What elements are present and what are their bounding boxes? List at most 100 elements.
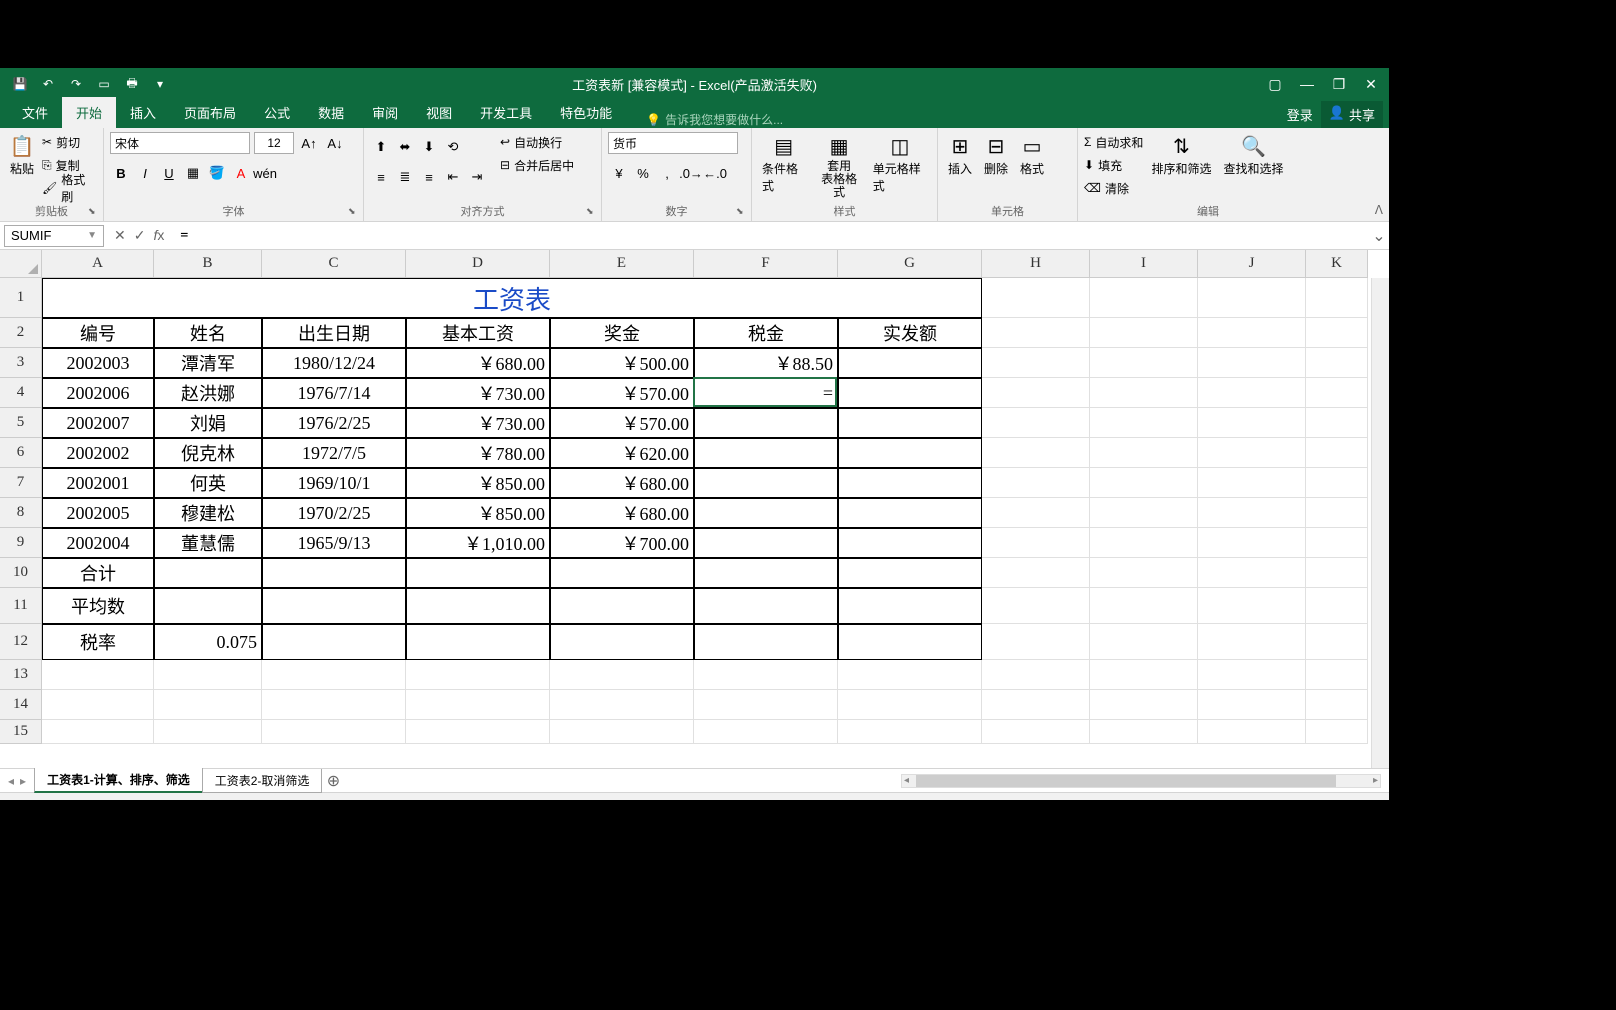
cell[interactable] <box>154 558 262 588</box>
maximize-icon[interactable]: ❐ <box>1327 72 1351 96</box>
tab-formulas[interactable]: 公式 <box>250 97 304 128</box>
avg-label[interactable]: 平均数 <box>42 588 154 624</box>
title-cell[interactable]: 工资表 <box>42 278 982 318</box>
cell[interactable] <box>982 348 1090 378</box>
cell[interactable] <box>1198 720 1306 744</box>
cell-base[interactable]: ￥730.00 <box>406 408 550 438</box>
cell-base[interactable]: ￥680.00 <box>406 348 550 378</box>
cell[interactable] <box>1090 408 1198 438</box>
cell[interactable] <box>1306 720 1368 744</box>
tab-view[interactable]: 视图 <box>412 97 466 128</box>
cell-tax[interactable] <box>694 438 838 468</box>
cell[interactable] <box>154 690 262 720</box>
undo-icon[interactable]: ↶ <box>40 76 56 92</box>
cell[interactable] <box>406 588 550 624</box>
add-sheet-button[interactable]: ⊕ <box>321 771 345 791</box>
col-head-F[interactable]: F <box>694 250 838 278</box>
cell[interactable] <box>1198 378 1306 408</box>
row-head-14[interactable]: 14 <box>0 690 42 720</box>
header-6[interactable]: 实发额 <box>838 318 982 348</box>
cell[interactable] <box>262 690 406 720</box>
cell-id[interactable]: 2002007 <box>42 408 154 438</box>
cell[interactable] <box>838 588 982 624</box>
cell-base[interactable]: ￥850.00 <box>406 468 550 498</box>
cell-dob[interactable]: 1965/9/13 <box>262 528 406 558</box>
cell-tax[interactable] <box>694 528 838 558</box>
vertical-scrollbar[interactable] <box>1371 278 1389 768</box>
cell-id[interactable]: 2002004 <box>42 528 154 558</box>
row-head-13[interactable]: 13 <box>0 660 42 690</box>
cell[interactable] <box>694 660 838 690</box>
col-head-G[interactable]: G <box>838 250 982 278</box>
cell[interactable] <box>1306 318 1368 348</box>
cell[interactable] <box>694 624 838 660</box>
row-head-11[interactable]: 11 <box>0 588 42 624</box>
align-middle-icon[interactable]: ⬌ <box>394 136 416 158</box>
cell[interactable] <box>406 720 550 744</box>
cell[interactable] <box>262 660 406 690</box>
fill-color-button[interactable]: 🪣 <box>206 162 228 184</box>
cell[interactable] <box>982 498 1090 528</box>
cell-dob[interactable]: 1976/2/25 <box>262 408 406 438</box>
cell-bonus[interactable]: ￥620.00 <box>550 438 694 468</box>
cell[interactable] <box>1198 690 1306 720</box>
cell[interactable] <box>262 720 406 744</box>
cell[interactable] <box>154 588 262 624</box>
cell[interactable] <box>1306 348 1368 378</box>
align-top-icon[interactable]: ⬆ <box>370 136 392 158</box>
cell-base[interactable]: ￥1,010.00 <box>406 528 550 558</box>
cell-id[interactable]: 2002005 <box>42 498 154 528</box>
cell[interactable] <box>1090 468 1198 498</box>
cell[interactable] <box>1198 278 1306 318</box>
scroll-left-icon[interactable]: ◂ <box>904 775 909 786</box>
cell[interactable] <box>1306 528 1368 558</box>
insert-cells-button[interactable]: ⊞插入 <box>944 132 976 179</box>
cell-styles-button[interactable]: ◫单元格样式 <box>869 132 931 196</box>
cell[interactable] <box>1198 498 1306 528</box>
underline-button[interactable]: U <box>158 162 180 184</box>
font-launcher[interactable]: ⬊ <box>348 206 360 218</box>
header-0[interactable]: 编号 <box>42 318 154 348</box>
cell[interactable] <box>406 690 550 720</box>
cell[interactable] <box>550 624 694 660</box>
cell[interactable] <box>262 558 406 588</box>
tab-special[interactable]: 特色功能 <box>546 97 626 128</box>
formula-input[interactable] <box>174 225 1369 247</box>
row-head-15[interactable]: 15 <box>0 720 42 744</box>
sheet-nav-next-icon[interactable]: ▸ <box>20 774 26 788</box>
cell[interactable] <box>1306 558 1368 588</box>
tell-me-search[interactable]: 💡 告诉我您想要做什么... <box>646 111 783 128</box>
align-bottom-icon[interactable]: ⬇ <box>418 136 440 158</box>
cell-tax[interactable] <box>694 468 838 498</box>
cell-id[interactable]: 2002003 <box>42 348 154 378</box>
cell-dob[interactable]: 1970/2/25 <box>262 498 406 528</box>
cell-base[interactable]: ￥730.00 <box>406 378 550 408</box>
cell-name[interactable]: 董慧儒 <box>154 528 262 558</box>
col-head-B[interactable]: B <box>154 250 262 278</box>
cell[interactable] <box>838 624 982 660</box>
header-1[interactable]: 姓名 <box>154 318 262 348</box>
col-head-E[interactable]: E <box>550 250 694 278</box>
number-launcher[interactable]: ⬊ <box>736 206 748 218</box>
dec-decimal-icon[interactable]: ←.0 <box>704 162 726 184</box>
cell-net[interactable] <box>838 528 982 558</box>
cell[interactable] <box>1306 378 1368 408</box>
col-head-D[interactable]: D <box>406 250 550 278</box>
align-left-icon[interactable]: ≡ <box>370 166 392 188</box>
cell[interactable] <box>1198 408 1306 438</box>
row-head-7[interactable]: 7 <box>0 468 42 498</box>
cell[interactable] <box>1306 468 1368 498</box>
col-head-C[interactable]: C <box>262 250 406 278</box>
cell[interactable] <box>1090 558 1198 588</box>
cell[interactable] <box>838 660 982 690</box>
indent-inc-icon[interactable]: ⇥ <box>466 166 488 188</box>
cell[interactable] <box>1306 408 1368 438</box>
sum-label[interactable]: 合计 <box>42 558 154 588</box>
wrap-text-button[interactable]: ↩自动换行 <box>500 132 574 152</box>
font-color-button[interactable]: A <box>230 162 252 184</box>
cell-dob[interactable]: 1976/7/14 <box>262 378 406 408</box>
cell-name[interactable]: 何英 <box>154 468 262 498</box>
comma-icon[interactable]: , <box>656 162 678 184</box>
name-box[interactable]: SUMIF ▼ <box>4 225 104 247</box>
tab-developer[interactable]: 开发工具 <box>466 97 546 128</box>
